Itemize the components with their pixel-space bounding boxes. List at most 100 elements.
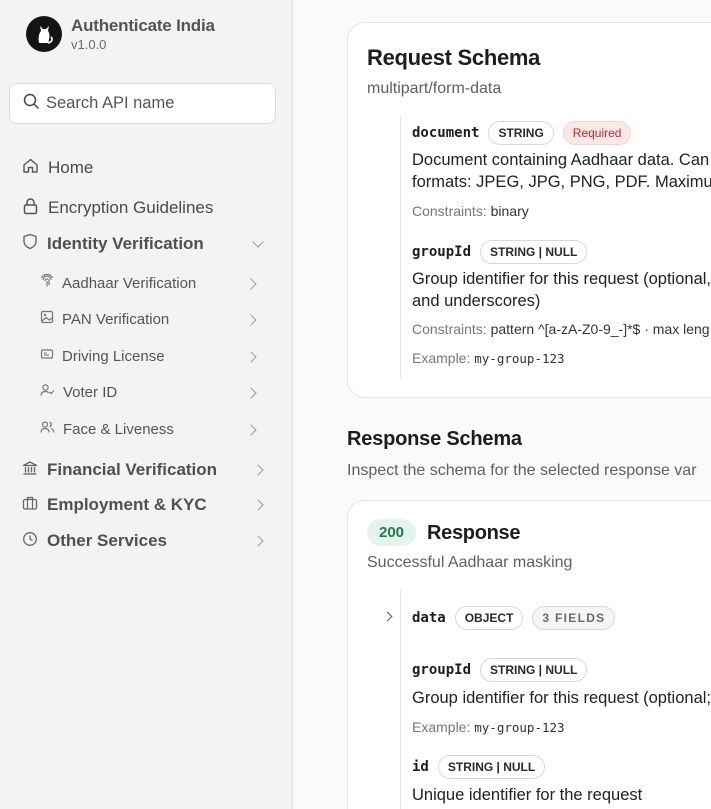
example-value: my-group-123 [474, 720, 565, 735]
nav-financial[interactable]: Financial Verification [22, 458, 264, 482]
sidebar: Authenticate India v1.0.0 Home Encryptio… [0, 0, 293, 809]
type-badge: STRING [488, 121, 554, 145]
cat-logo-icon [26, 16, 62, 52]
response-schema-subtitle: Inspect the schema for the selected resp… [347, 462, 697, 479]
user-check-icon [40, 383, 55, 401]
field-tree-line [400, 115, 401, 379]
image-icon [40, 310, 54, 328]
constraints-label: Constraints: [412, 321, 487, 337]
search-input[interactable] [46, 94, 266, 113]
nav-other-services[interactable]: Other Services [22, 529, 264, 553]
field-tree-line [400, 589, 401, 809]
users-icon [40, 420, 55, 438]
field-groupid: groupId STRING | NULL [412, 658, 588, 682]
nav-voter-id-label: Voter ID [63, 383, 118, 401]
field-description: Group identifier for this request (optio… [412, 268, 711, 312]
field-document: document STRING Required [412, 121, 632, 145]
nav-aadhaar[interactable]: Aadhaar Verification [40, 272, 257, 294]
request-schema-title: Request Schema [367, 45, 541, 70]
description-line: formats: JPEG, JPG, PNG, PDF. Maximu [412, 173, 711, 191]
chevron-right-icon[interactable] [382, 611, 393, 622]
type-badge: OBJECT [454, 606, 524, 630]
constraints-value: pattern ^[a-zA-Z0-9_-]*$ · max leng [490, 321, 710, 337]
field-id: id STRING | NULL [412, 755, 546, 779]
field-name: document [412, 125, 480, 141]
field-constraints: Constraints: binary [412, 203, 529, 219]
nav-voter-id[interactable]: Voter ID [40, 381, 257, 403]
bank-icon [22, 460, 38, 481]
field-name: data [412, 610, 446, 626]
chevron-right-icon [245, 424, 257, 436]
nav-driving-license[interactable]: Driving License [40, 345, 257, 367]
chevron-right-icon [245, 278, 257, 290]
chevron-right-icon [245, 351, 257, 363]
nav-identity-label: Identity Verification [47, 234, 204, 253]
type-badge: STRING | NULL [480, 240, 588, 264]
request-content-type: multipart/form-data [367, 80, 502, 97]
fingerprint-icon [40, 273, 54, 292]
description-line: Group identifier for this request (optio… [412, 270, 711, 288]
brand-name: Authenticate India [71, 16, 215, 35]
nav-pan[interactable]: PAN Verification [40, 308, 257, 330]
type-badge: STRING | NULL [437, 755, 546, 779]
nav-home-label: Home [48, 158, 94, 177]
example-value: my-group-123 [474, 351, 565, 366]
field-name: groupId [412, 662, 472, 678]
response-subtitle: Successful Aadhaar masking [367, 554, 573, 571]
status-badge: 200 [367, 519, 417, 546]
nav-encryption-label: Encryption Guidelines [48, 198, 214, 217]
description-line: and underscores) [412, 292, 541, 310]
field-description: Unique identifier for the request [412, 786, 643, 804]
nav-driving-license-label: Driving License [62, 347, 165, 365]
clock-icon [22, 531, 38, 552]
nav-other-services-label: Other Services [47, 531, 168, 550]
shield-icon [22, 233, 38, 255]
chevron-down-icon [252, 236, 264, 248]
lock-icon [22, 197, 39, 220]
nav-financial-label: Financial Verification [47, 460, 218, 479]
chevron-right-icon [245, 387, 257, 399]
search-icon [23, 93, 40, 115]
field-data[interactable]: data OBJECT 3 FIELDS [412, 606, 616, 630]
field-example: Example: my-group-123 [412, 719, 565, 735]
field-name: id [412, 759, 429, 775]
nav-home[interactable]: Home [22, 156, 93, 180]
field-description: Group identifier for this request (optio… [412, 689, 711, 707]
nav-face-liveness-label: Face & Liveness [63, 420, 174, 438]
field-groupid: groupId STRING | NULL [412, 240, 588, 264]
nav-employment[interactable]: Employment & KYC [22, 493, 264, 517]
brand-version: v1.0.0 [71, 37, 107, 52]
nav-pan-label: PAN Verification [62, 310, 170, 328]
field-example: Example: my-group-123 [412, 350, 565, 366]
response-title: Response [427, 522, 521, 544]
nav-encryption[interactable]: Encryption Guidelines [22, 196, 213, 220]
response-card: 200 Response Successful Aadhaar masking … [347, 500, 711, 809]
field-constraints: Constraints: pattern ^[a-zA-Z0-9_-]*$ · … [412, 321, 710, 337]
example-label: Example: [412, 719, 471, 735]
main-content: Request Schema multipart/form-data docum… [294, 0, 711, 809]
nav-identity[interactable]: Identity Verification [22, 232, 264, 256]
nav-aadhaar-label: Aadhaar Verification [62, 274, 197, 292]
request-schema-card: Request Schema multipart/form-data docum… [347, 22, 711, 398]
constraints-value: binary [490, 203, 529, 219]
brand[interactable]: Authenticate India v1.0.0 [26, 16, 215, 52]
card-icon [40, 347, 54, 365]
description-line: Document containing Aadhaar data. Can [412, 151, 710, 169]
response-schema-title: Response Schema [347, 428, 522, 450]
chevron-right-icon [252, 464, 264, 476]
search-box[interactable] [9, 83, 276, 124]
nav-employment-label: Employment & KYC [47, 495, 207, 514]
field-count-badge: 3 FIELDS [532, 606, 616, 630]
constraints-label: Constraints: [412, 203, 487, 219]
type-badge: STRING | NULL [480, 658, 588, 682]
chevron-right-icon [245, 314, 257, 326]
nav-face-liveness[interactable]: Face & Liveness [40, 418, 257, 440]
chevron-right-icon [252, 535, 264, 547]
required-badge: Required [562, 121, 632, 145]
field-name: groupId [412, 244, 472, 260]
chevron-right-icon [252, 499, 264, 511]
example-label: Example: [412, 350, 471, 366]
field-description: Document containing Aadhaar data. Can fo… [412, 149, 711, 193]
home-icon [22, 157, 39, 179]
briefcase-icon [22, 495, 38, 516]
